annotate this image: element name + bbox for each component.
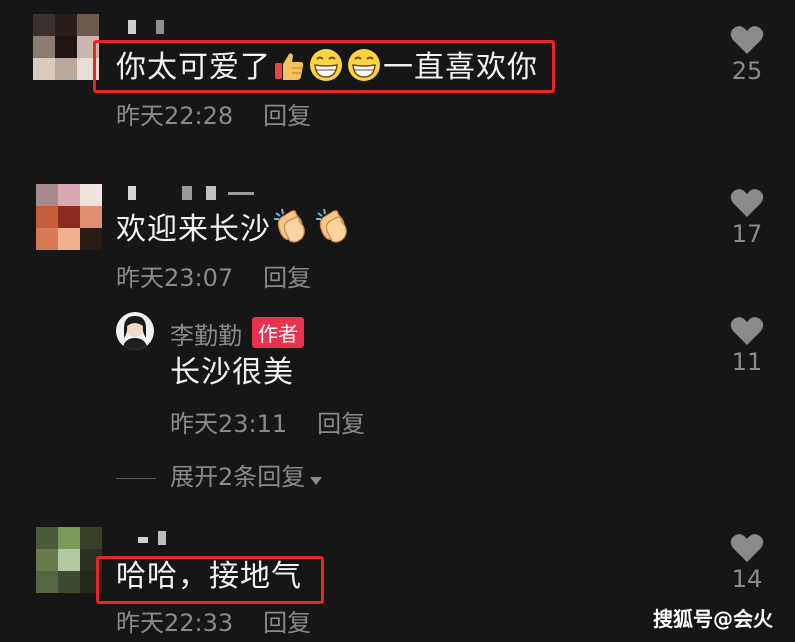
- comment-text: 哈哈，接地气: [116, 559, 302, 594]
- reply-item: 李勤勤 作者 长沙很美 昨天23:11 回复 11: [0, 300, 795, 450]
- comment-item: 欢迎来长沙 昨天23:07 回复 17: [0, 140, 795, 300]
- grinning-face-icon: [308, 47, 344, 93]
- author-avatar[interactable]: [116, 312, 154, 350]
- comment-text: 欢迎来长沙: [116, 207, 355, 255]
- reply-button[interactable]: 回复: [263, 264, 311, 292]
- like-count: 14: [731, 565, 763, 593]
- avatar[interactable]: [33, 14, 99, 80]
- comment-time: 昨天23:07: [116, 264, 234, 292]
- clapping-hands-icon: [272, 207, 312, 255]
- heart-icon: [730, 317, 764, 345]
- grinning-face-icon: [346, 47, 382, 93]
- like-count: 25: [731, 57, 763, 85]
- like-button[interactable]: 17: [721, 188, 773, 248]
- like-button[interactable]: 14: [721, 533, 773, 593]
- like-button[interactable]: 25: [721, 25, 773, 85]
- comment-item: 你太可爱了 一直喜欢你 昨天22:28 回复 25: [0, 0, 795, 140]
- author-name[interactable]: 李勤勤: [170, 322, 242, 350]
- avatar[interactable]: [36, 527, 102, 593]
- comment-time: 昨天22:33: [116, 609, 234, 637]
- reply-button[interactable]: 回复: [317, 410, 365, 438]
- reply-button[interactable]: 回复: [263, 609, 311, 637]
- like-button[interactable]: 11: [721, 316, 773, 376]
- author-tag-badge: 作者: [252, 317, 304, 348]
- thumbs-up-icon: [272, 49, 306, 93]
- reply-text: 长沙很美: [170, 355, 294, 390]
- divider-line: [116, 477, 156, 479]
- author-row: 李勤勤 作者: [170, 316, 304, 351]
- heart-icon: [730, 189, 764, 217]
- comment-meta: 昨天22:33 回复: [116, 603, 311, 638]
- avatar[interactable]: [36, 184, 102, 250]
- heart-icon: [730, 26, 764, 54]
- comment-meta: 昨天22:28 回复: [116, 96, 311, 131]
- comment-text-suffix: 一直喜欢你: [383, 50, 538, 85]
- like-count: 11: [731, 348, 763, 376]
- comment-text-main: 欢迎来长沙: [116, 212, 271, 247]
- username-blurred[interactable]: [118, 186, 258, 206]
- comment-text: 你太可爱了 一直喜欢你: [116, 47, 538, 93]
- watermark: 搜狐号@会火: [653, 607, 773, 631]
- expand-replies-button[interactable]: 展开2条回复: [116, 457, 323, 492]
- comment-text-main: 你太可爱了: [116, 50, 271, 85]
- reply-time: 昨天23:11: [170, 410, 288, 438]
- username-blurred[interactable]: [118, 531, 178, 551]
- reply-button[interactable]: 回复: [263, 102, 311, 130]
- comment-meta: 昨天23:07 回复: [116, 258, 311, 293]
- like-count: 17: [731, 220, 763, 248]
- comment-time: 昨天22:28: [116, 102, 234, 130]
- username-blurred[interactable]: [118, 20, 178, 40]
- chevron-down-icon: [309, 464, 323, 492]
- heart-icon: [730, 534, 764, 562]
- expand-replies-label: 展开2条回复: [170, 463, 306, 491]
- reply-meta: 昨天23:11 回复: [170, 404, 365, 439]
- clapping-hands-icon: [314, 207, 354, 255]
